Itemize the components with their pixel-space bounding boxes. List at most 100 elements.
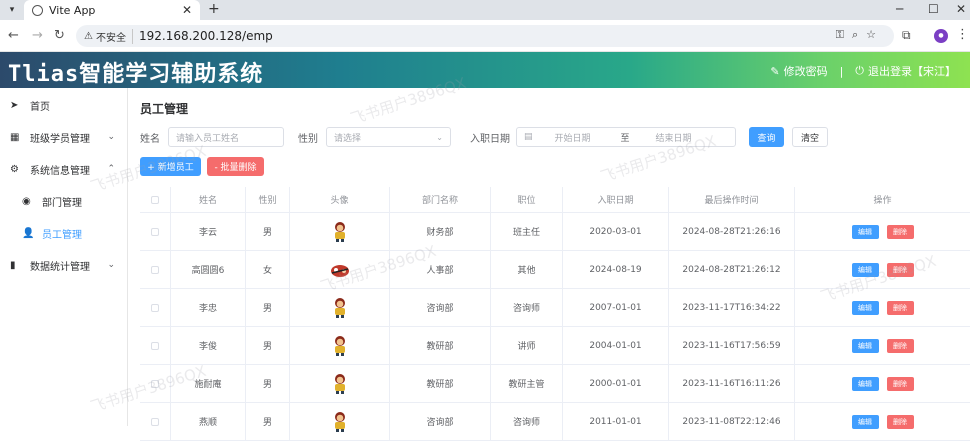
query-button[interactable]: 查询 — [749, 127, 784, 147]
table-row: 李俊男教研部 讲师 2004-01-01 2023-11-16T17:56:59 编辑删… — [140, 327, 970, 365]
delete-button[interactable]: 删除 — [886, 338, 914, 353]
date-range-picker[interactable]: ▤ 开始日期 至 结束日期 — [516, 127, 736, 147]
url-text[interactable]: 192.168.200.128/emp — [139, 29, 273, 43]
cell-gender: 男 — [246, 327, 290, 364]
table-row: 李忠男咨询部 咨询师 2007-01-01 2023-11-17T16:34:22 编辑… — [140, 289, 970, 327]
end-date-placeholder[interactable]: 结束日期 — [656, 131, 692, 144]
row-checkbox[interactable] — [151, 417, 159, 426]
delete-button[interactable]: 删除 — [886, 224, 914, 239]
cell-dept: 教研部 — [390, 327, 491, 364]
browser-tab[interactable]: Vite App ✕ — [24, 0, 200, 20]
actions-cell: 编辑 删除 — [795, 289, 970, 326]
sidebar-item-system-management[interactable]: ⚙ 系统信息管理 ⌃ — [0, 153, 127, 185]
row-checkbox[interactable] — [151, 265, 159, 274]
table-header: 姓名 性别 头像 部门名称 职位 入职日期 最后操作时间 操作 — [140, 187, 970, 213]
cell-job: 咨询师 — [491, 289, 563, 326]
row-checkbox[interactable] — [151, 379, 159, 388]
gender-label: 性别 — [298, 133, 318, 145]
cell-update-time: 2023-11-08T22:12:46 — [669, 403, 795, 440]
tab-close-icon[interactable]: ✕ — [182, 3, 192, 17]
edit-button[interactable]: 编辑 — [851, 414, 879, 429]
gender-placeholder: 请选择 — [334, 133, 362, 144]
sidebar-item-home[interactable]: ➤ 首页 — [0, 89, 127, 121]
actions-cell: 编辑 删除 — [795, 403, 970, 440]
insecure-label[interactable]: 不安全 — [96, 28, 133, 44]
avatar-icon — [334, 411, 345, 432]
new-tab-icon[interactable]: + — [208, 1, 220, 17]
delete-button[interactable]: 删除 — [886, 262, 914, 277]
circle-icon: ◉ — [22, 195, 31, 207]
zoom-icon[interactable]: ⌕ — [852, 28, 866, 41]
start-date-placeholder[interactable]: 开始日期 — [555, 131, 607, 144]
name-input[interactable]: 请输入员工姓名 — [168, 127, 284, 147]
avatar-cell — [290, 365, 390, 402]
edit-button[interactable]: 编辑 — [851, 300, 879, 315]
cell-job: 讲师 — [491, 327, 563, 364]
row-checkbox[interactable] — [151, 303, 159, 312]
sidebar-item-statistics[interactable]: ▮ 数据统计管理 ⌄ — [0, 249, 127, 281]
clear-button[interactable]: 清空 — [792, 127, 828, 147]
row-checkbox[interactable] — [151, 341, 159, 350]
column-header: 姓名 — [171, 187, 246, 212]
sidebar-item-emp[interactable]: 👤 员工管理 — [0, 217, 127, 249]
name-placeholder: 请输入员工姓名 — [176, 133, 240, 144]
main-content: 员工管理 姓名 请输入员工姓名 性别 请选择 ⌄ 入职日期 ▤ 开始日期 至 结… — [88, 74, 970, 441]
menu-kebab-icon[interactable]: ⋮ — [956, 27, 969, 42]
batch-delete-button[interactable]: - 批量删除 — [207, 157, 264, 176]
avatar-cell — [290, 289, 390, 326]
actions-cell: 编辑 删除 — [795, 327, 970, 364]
minimize-icon[interactable]: ─ — [896, 2, 903, 16]
key-icon[interactable]: ⚿ — [836, 28, 852, 41]
edit-button[interactable]: 编辑 — [851, 376, 879, 391]
cell-name: 李忠 — [171, 289, 246, 326]
row-checkbox[interactable] — [151, 227, 159, 236]
star-icon[interactable]: ☆ — [866, 28, 884, 41]
change-password-link[interactable]: 修改密码 — [784, 63, 828, 79]
avatar-cell — [290, 213, 390, 250]
cell-dept: 咨询部 — [390, 403, 491, 440]
cell-dept: 人事部 — [390, 251, 491, 288]
table-row: 高圆圆6 女人事部 其他 2024-08-19 2024-08-28T21:26:12 编… — [140, 251, 970, 289]
cell-name: 高圆圆6 — [171, 251, 246, 288]
cell-update-time: 2023-11-16T16:11:26 — [669, 365, 795, 402]
reload-icon[interactable]: ↻ — [54, 28, 65, 43]
gender-select[interactable]: 请选择 ⌄ — [326, 127, 451, 147]
avatar-icon — [334, 335, 345, 356]
actions-cell: 编辑 删除 — [795, 365, 970, 402]
select-all-checkbox[interactable] — [151, 195, 159, 204]
profile-avatar[interactable]: ● — [934, 29, 948, 43]
avatar-icon — [334, 221, 345, 242]
cell-gender: 男 — [246, 403, 290, 440]
select-cell — [140, 403, 171, 440]
cell-entry-date: 2000-01-01 — [563, 365, 669, 402]
tab-search-icon[interactable]: ▾ — [4, 2, 20, 18]
address-bar: ← → ↻ ⚠ 不安全 192.168.200.128/emp ⚿⌕☆ ⧉ ● … — [0, 20, 970, 52]
edit-button[interactable]: 编辑 — [851, 224, 879, 239]
sidebar-item-dept[interactable]: ◉ 部门管理 — [0, 185, 127, 217]
cell-gender: 男 — [246, 365, 290, 402]
maximize-icon[interactable]: ☐ — [928, 2, 939, 16]
url-field[interactable]: ⚠ 不安全 192.168.200.128/emp ⚿⌕☆ — [76, 25, 894, 47]
edit-button[interactable]: 编辑 — [851, 338, 879, 353]
delete-button[interactable]: 删除 — [886, 414, 914, 429]
avatar-cell — [290, 403, 390, 440]
window-close-icon[interactable]: ✕ — [956, 2, 966, 16]
column-header: 头像 — [290, 187, 390, 212]
cell-dept: 教研部 — [390, 365, 491, 402]
delete-button[interactable]: 删除 — [886, 376, 914, 391]
forward-icon[interactable]: → — [32, 28, 43, 43]
back-icon[interactable]: ← — [8, 28, 19, 43]
delete-button[interactable]: 删除 — [886, 300, 914, 315]
logout-link[interactable]: 退出登录【宋江】 — [868, 63, 956, 79]
sidebar-item-class-management[interactable]: ▦ 班级学员管理 ⌄ — [0, 121, 127, 153]
cell-dept: 财务部 — [390, 213, 491, 250]
cell-dept: 咨询部 — [390, 289, 491, 326]
add-employee-button[interactable]: + 新增员工 — [140, 157, 201, 176]
edit-icon: ✎ — [770, 64, 780, 78]
column-header: 入职日期 — [563, 187, 669, 212]
cell-entry-date: 2004-01-01 — [563, 327, 669, 364]
extensions-icon[interactable]: ⧉ — [902, 28, 911, 43]
actions-cell: 编辑 删除 — [795, 213, 970, 250]
edit-button[interactable]: 编辑 — [851, 262, 879, 277]
grid-icon: ▦ — [10, 131, 20, 143]
